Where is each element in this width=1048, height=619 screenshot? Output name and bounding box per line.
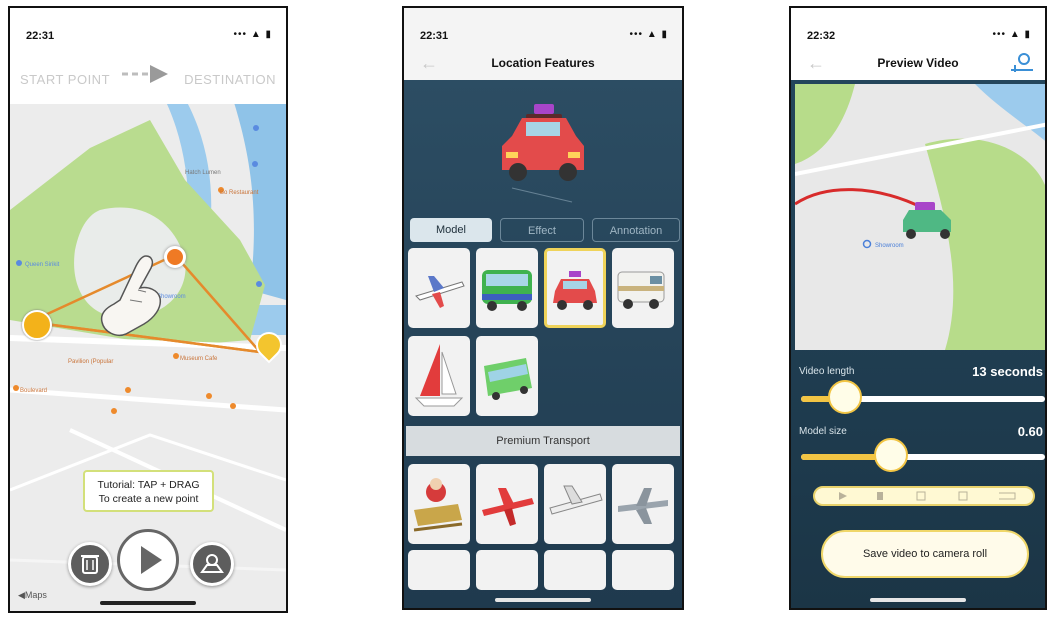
video-length-value: 13 seconds — [972, 364, 1043, 379]
copy-icon — [877, 492, 883, 500]
play-icon — [141, 546, 162, 574]
phone-screen-location-features: ← Location Features 22:31 ••• ▲ ▮ Model … — [402, 6, 684, 610]
tutorial-line-1: Tutorial: TAP + DRAG — [97, 479, 200, 491]
preview-controls-icons — [839, 491, 1016, 501]
svg-text:Queen Sirikit: Queen Sirikit — [25, 262, 60, 268]
home-indicator — [495, 598, 591, 602]
bus-icon — [482, 270, 532, 311]
preview-controls-bar — [813, 486, 1035, 506]
tutorial-line-2: To create a new point — [98, 493, 199, 505]
tram-icon — [484, 358, 532, 400]
start-point-marker[interactable] — [22, 310, 52, 340]
features-panel: Model Effect Annotation Premium Transpor… — [404, 80, 682, 608]
page-title: Location Features — [491, 56, 595, 70]
play-button[interactable] — [117, 529, 179, 591]
status-bar: 22:32 ••• ▲ ▮ — [791, 8, 1045, 48]
home-indicator — [870, 598, 966, 602]
arrow-right-icon — [122, 65, 168, 83]
premium-tile-santa-sleigh[interactable] — [408, 464, 470, 544]
model-size-thumb[interactable] — [874, 438, 909, 472]
red-jet-icon — [482, 488, 534, 526]
fighter-jet-icon — [618, 488, 668, 524]
status-signal: ••• ▲ ▮ — [992, 29, 1031, 40]
premium-tile-fighter-jet[interactable] — [612, 464, 674, 544]
premium-transport-header: Premium Transport — [406, 426, 680, 456]
model-size-label: Model size — [799, 426, 847, 437]
destination-label[interactable]: DESTINATION — [184, 72, 276, 87]
video-length-thumb[interactable] — [827, 380, 862, 414]
model-tile-camper[interactable] — [612, 248, 674, 328]
tutorial-tooltip: Tutorial: TAP + DRAG To create a new poi… — [83, 470, 214, 512]
status-time: 22:31 — [26, 30, 55, 42]
delete-button[interactable] — [68, 542, 112, 586]
feature-tabs: Model Effect Annotation — [410, 218, 680, 242]
route-header: START POINT DESTINATION — [10, 48, 286, 104]
video-length-label: Video length — [799, 366, 855, 377]
plane-icon — [415, 276, 465, 308]
svg-text:Pavilion (Popular: Pavilion (Popular — [68, 359, 113, 365]
tab-effect[interactable]: Effect — [500, 218, 584, 242]
home-indicator — [100, 601, 196, 605]
model-tile-plane[interactable] — [408, 248, 470, 328]
tab-annotation[interactable]: Annotation — [592, 218, 680, 242]
svg-text:Museum Cafe: Museum Cafe — [180, 356, 218, 362]
svg-text:Hatch Lumen: Hatch Lumen — [185, 170, 221, 176]
status-time: 22:31 — [420, 30, 449, 42]
location-pin-icon — [200, 554, 224, 573]
premium-tile-5[interactable] — [408, 550, 470, 590]
sleigh-icon — [413, 478, 463, 532]
status-signal: ••• ▲ ▮ — [233, 29, 272, 40]
model-tile-bus[interactable] — [476, 248, 538, 328]
save-video-button[interactable]: Save video to camera roll — [821, 530, 1029, 578]
premium-tile-7[interactable] — [544, 550, 606, 590]
status-signal: ••• ▲ ▮ — [629, 29, 668, 40]
trash-icon — [81, 555, 99, 574]
premium-tile-red-jet[interactable] — [476, 464, 538, 544]
svg-text:Bo Restaurant: Bo Restaurant — [220, 190, 259, 196]
svg-text:Boulevard: Boulevard — [20, 388, 47, 394]
page-title: Preview Video — [877, 56, 959, 70]
play-small-icon — [839, 492, 847, 500]
hand-pointer-icon — [100, 255, 162, 336]
car-icon — [553, 271, 597, 310]
phone-screen-preview-video: ← Preview Video 22:32 ••• ▲ ▮ Showroom V… — [789, 6, 1047, 610]
preview-map: Showroom — [795, 84, 1045, 350]
video-length-slider[interactable] — [801, 380, 1045, 414]
model-size-value: 0.60 — [1017, 424, 1043, 439]
white-jet-icon — [549, 485, 603, 515]
model-size-slider[interactable] — [801, 438, 1045, 472]
features-button[interactable] — [190, 542, 234, 586]
maps-logo: ◀Maps — [18, 590, 47, 600]
camper-icon — [617, 271, 665, 309]
status-time: 22:32 — [807, 30, 836, 42]
square-icon — [916, 491, 926, 501]
sailboat-icon — [414, 344, 464, 407]
status-bar: 22:31 ••• ▲ ▮ — [404, 8, 682, 48]
phone-screen-route-editor: Hatch Lumen Bo Restaurant Queen Sirikit … — [8, 6, 288, 613]
svg-text:Showroom: Showroom — [875, 243, 904, 249]
model-tile-car-selected[interactable] — [544, 248, 606, 328]
premium-tile-6[interactable] — [476, 550, 538, 590]
premium-tile-8[interactable] — [612, 550, 674, 590]
preview-panel: Showroom Video length 13 seconds Model s… — [791, 80, 1045, 608]
car-model-preview[interactable] — [492, 96, 592, 206]
start-point-label[interactable]: START POINT — [20, 72, 110, 87]
grid-icon — [958, 491, 968, 501]
folder-icon — [999, 492, 1016, 500]
share-location-icon[interactable] — [1009, 52, 1035, 74]
model-tile-tram[interactable] — [476, 336, 538, 416]
tab-model[interactable]: Model — [410, 218, 492, 242]
video-preview[interactable]: Showroom — [795, 84, 1045, 350]
premium-tile-white-jet[interactable] — [544, 464, 606, 544]
status-bar: 22:31 ••• ▲ ▮ — [10, 8, 286, 48]
model-tile-sailboat[interactable] — [408, 336, 470, 416]
